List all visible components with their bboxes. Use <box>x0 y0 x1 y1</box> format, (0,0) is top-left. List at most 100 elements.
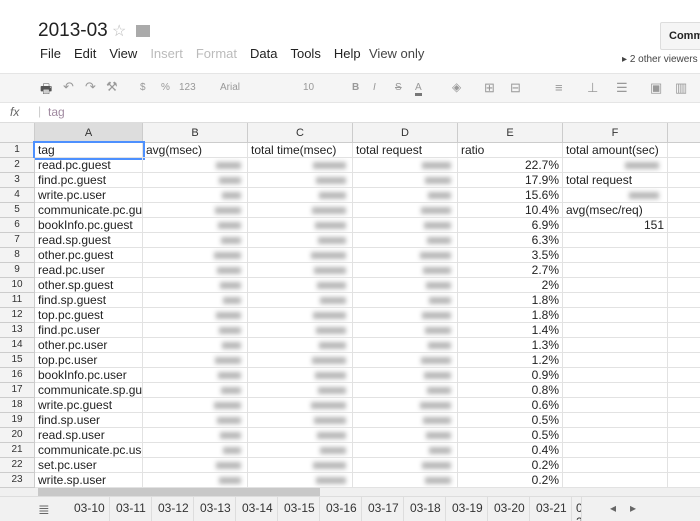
cell[interactable]: other.pc.user <box>35 338 143 353</box>
wrap-icon[interactable]: ☰ <box>616 80 628 96</box>
strikethrough-button[interactable]: S <box>395 82 402 93</box>
cell[interactable] <box>668 353 700 368</box>
cell[interactable]: ratio <box>458 143 563 158</box>
cell[interactable] <box>143 158 248 173</box>
row-header[interactable]: 18 <box>0 398 35 413</box>
cell[interactable] <box>248 383 353 398</box>
row-header[interactable]: 22 <box>0 458 35 473</box>
undo-icon[interactable]: ↶ <box>63 79 74 95</box>
cell[interactable] <box>143 218 248 233</box>
row-header[interactable]: 20 <box>0 428 35 443</box>
chart-icon[interactable]: ▥ <box>675 80 687 96</box>
cell[interactable]: total request <box>563 173 668 188</box>
cell[interactable] <box>563 383 668 398</box>
cell[interactable]: 15.6% <box>458 188 563 203</box>
cell[interactable] <box>668 203 700 218</box>
cell[interactable] <box>143 173 248 188</box>
cell[interactable]: 17.9% <box>458 173 563 188</box>
row-header[interactable]: 19 <box>0 413 35 428</box>
cell[interactable]: 0.6% <box>458 398 563 413</box>
cell[interactable] <box>248 233 353 248</box>
column-header[interactable]: C <box>248 123 353 143</box>
cell[interactable] <box>563 413 668 428</box>
cell[interactable]: communicate.pc.guest <box>35 203 143 218</box>
sheet-tab[interactable]: 03-22 <box>572 497 582 521</box>
row-header[interactable]: 17 <box>0 383 35 398</box>
cell[interactable] <box>143 278 248 293</box>
cell[interactable]: bookInfo.pc.guest <box>35 218 143 233</box>
cell[interactable] <box>563 233 668 248</box>
cell[interactable]: find.sp.guest <box>35 293 143 308</box>
cell[interactable]: other.pc.guest <box>35 248 143 263</box>
comment-icon[interactable]: ▣ <box>650 80 662 96</box>
sheet-tab[interactable]: 03-16 <box>320 497 362 521</box>
cell[interactable]: bookInfo.pc.user <box>35 368 143 383</box>
cell[interactable] <box>668 443 700 458</box>
valign-icon[interactable]: ⊥ <box>587 80 598 96</box>
cell[interactable]: 1.2% <box>458 353 563 368</box>
cell[interactable] <box>668 428 700 443</box>
cell[interactable] <box>143 188 248 203</box>
sheet-tab[interactable]: 03-14 <box>236 497 278 521</box>
cell[interactable]: 10.4% <box>458 203 563 218</box>
cell[interactable]: top.pc.guest <box>35 308 143 323</box>
cell[interactable] <box>668 458 700 473</box>
cell[interactable] <box>248 428 353 443</box>
menu-tools[interactable]: Tools <box>290 46 320 61</box>
cell[interactable]: 2.7% <box>458 263 563 278</box>
cell[interactable] <box>668 188 700 203</box>
cell[interactable] <box>353 338 458 353</box>
percent-button[interactable]: % <box>161 82 170 93</box>
cell[interactable] <box>353 398 458 413</box>
cell[interactable]: write.pc.user <box>35 188 143 203</box>
cell[interactable]: 0.9% <box>458 368 563 383</box>
menu-help[interactable]: Help <box>334 46 361 61</box>
cell[interactable] <box>353 428 458 443</box>
cell[interactable] <box>353 263 458 278</box>
cell[interactable] <box>353 158 458 173</box>
cell[interactable] <box>353 203 458 218</box>
cell[interactable] <box>143 248 248 263</box>
cell[interactable] <box>248 263 353 278</box>
cell[interactable]: 1.4% <box>458 323 563 338</box>
column-header[interactable]: F <box>563 123 668 143</box>
cell[interactable] <box>143 383 248 398</box>
cell[interactable]: 0.2% <box>458 473 563 488</box>
cell[interactable]: 1.3% <box>458 338 563 353</box>
cell[interactable] <box>668 368 700 383</box>
row-header[interactable]: 13 <box>0 323 35 338</box>
row-header[interactable]: 5 <box>0 203 35 218</box>
cell[interactable]: other.sp.guest <box>35 278 143 293</box>
column-header[interactable] <box>668 123 700 143</box>
cell[interactable] <box>563 293 668 308</box>
cell[interactable]: 151 <box>563 218 668 233</box>
cell[interactable]: read.sp.user <box>35 428 143 443</box>
cell[interactable]: avg(msec) <box>143 143 248 158</box>
cell[interactable] <box>248 278 353 293</box>
cell[interactable] <box>563 368 668 383</box>
cell[interactable] <box>353 293 458 308</box>
cell[interactable] <box>668 323 700 338</box>
row-header[interactable]: 21 <box>0 443 35 458</box>
cell[interactable] <box>668 263 700 278</box>
cell[interactable] <box>353 218 458 233</box>
row-header[interactable]: 6 <box>0 218 35 233</box>
cell[interactable] <box>248 293 353 308</box>
cell[interactable] <box>143 323 248 338</box>
cell[interactable] <box>248 173 353 188</box>
italic-button[interactable]: I <box>373 82 376 93</box>
cell[interactable] <box>143 263 248 278</box>
cell[interactable] <box>143 233 248 248</box>
cell[interactable]: 0.5% <box>458 413 563 428</box>
cell[interactable]: communicate.sp.guest <box>35 383 143 398</box>
menu-view[interactable]: View <box>109 46 137 61</box>
cell[interactable] <box>248 413 353 428</box>
cell[interactable] <box>353 233 458 248</box>
cell[interactable]: set.pc.user <box>35 458 143 473</box>
cell[interactable] <box>668 143 700 158</box>
sheet-tab[interactable]: 03-19 <box>446 497 488 521</box>
cell[interactable] <box>668 398 700 413</box>
cell[interactable] <box>353 368 458 383</box>
formula-input[interactable]: tag <box>48 105 65 119</box>
cell[interactable] <box>668 173 700 188</box>
